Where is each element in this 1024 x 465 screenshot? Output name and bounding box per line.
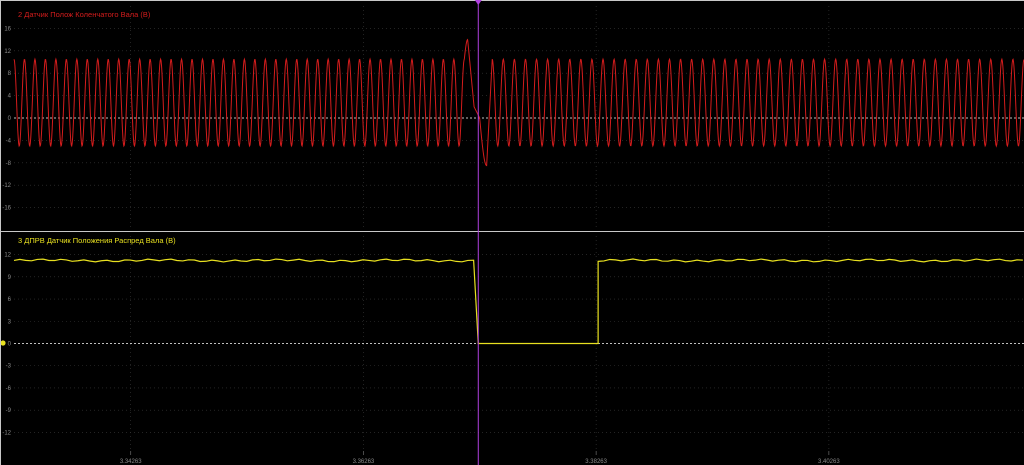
channel-3-title: 3 ДПРВ Датчик Положения Распред Вала (В): [18, 236, 176, 245]
channel-3-y-tick-label: -9: [6, 408, 12, 414]
x-axis-tick-label: 3.38263: [585, 459, 607, 465]
x-axis-tick-label: 3.36263: [353, 459, 375, 465]
channel-2-y-tick-label: -16: [2, 206, 11, 212]
channel-3-zero-marker[interactable]: [0, 340, 6, 346]
channel-3-y-tick-label: -6: [6, 386, 12, 392]
channel-2-y-tick-label: 12: [4, 49, 11, 55]
channel-2-title: 2 Датчик Полож Коленчатого Вала (В): [18, 10, 151, 19]
channel-3-y-tick-label: -3: [6, 364, 12, 370]
channel-2-y-tick-label: -8: [6, 161, 12, 167]
channel-2-y-tick-label: -12: [2, 183, 11, 189]
channel-3-y-tick-label: 12: [4, 253, 11, 259]
x-axis-tick-label: 3.34263: [120, 459, 142, 465]
x-axis-tick-label: 3.40263: [818, 459, 840, 465]
oscilloscope-view[interactable]: 1612840-4-8-12-16 2 Датчик Полож Коленча…: [0, 0, 1024, 465]
channel-2-y-tick-label: -4: [6, 138, 12, 144]
channel-2-y-tick-label: 16: [4, 26, 11, 32]
channel-3-y-tick-label: -12: [2, 430, 11, 436]
